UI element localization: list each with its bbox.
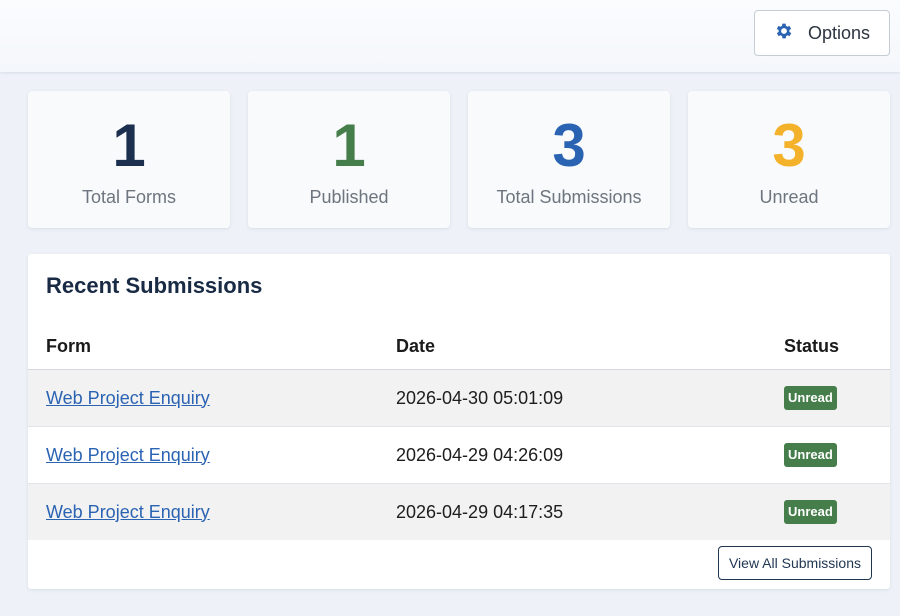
form-cell: Web Project Enquiry [28,426,396,484]
form-link[interactable]: Web Project Enquiry [46,388,210,408]
stat-label: Total Submissions [496,187,642,207]
options-label: Options [807,22,871,43]
card-title: Recent Submissions [46,273,263,298]
stat-value: 1 [112,112,146,179]
form-link[interactable]: Web Project Enquiry [46,502,210,522]
recent-submissions-card: Recent Submissions Form Date Status Web … [28,254,890,589]
options-button[interactable]: Options [754,10,890,56]
column-header-date: Date [396,323,784,370]
stat-value: 1 [332,112,366,179]
table-header-row: Form Date Status [28,323,890,370]
status-cell: Unread [784,426,890,484]
gear-icon [774,21,794,46]
date-cell: 2026-04-30 05:01:09 [396,369,784,427]
status-cell: Unread [784,369,890,427]
status-badge: Unread [784,500,837,524]
form-cell: Web Project Enquiry [28,369,396,427]
column-header-form: Form [28,323,396,370]
table-row: Web Project Enquiry 2026-04-30 05:01:09 … [28,369,890,427]
status-badge: Unread [784,443,837,467]
column-header-status: Status [784,323,890,370]
table-row: Web Project Enquiry 2026-04-29 04:26:09 … [28,426,890,484]
form-cell: Web Project Enquiry [28,483,396,540]
stat-value: 3 [772,112,806,179]
table-row: Web Project Enquiry 2026-04-29 04:17:35 … [28,483,890,540]
form-link[interactable]: Web Project Enquiry [46,445,210,465]
stat-card-published: 1 Published [248,91,450,228]
status-badge: Unread [784,386,837,410]
stat-card-unread: 3 Unread [688,91,890,228]
stat-card-total-forms: 1 Total Forms [28,91,230,228]
submissions-table: Form Date Status Web Project Enquiry 202… [28,323,890,540]
date-cell: 2026-04-29 04:17:35 [396,483,784,540]
stat-card-total-submissions: 3 Total Submissions [468,91,670,228]
top-toolbar: Options [0,0,900,72]
view-all-submissions-button[interactable]: View All Submissions [717,546,872,580]
stat-label: Published [309,187,389,207]
stat-value: 3 [552,112,586,179]
stat-label: Total Forms [81,187,177,207]
stat-label: Unread [759,187,819,207]
date-cell: 2026-04-29 04:26:09 [396,426,784,484]
status-cell: Unread [784,483,890,540]
